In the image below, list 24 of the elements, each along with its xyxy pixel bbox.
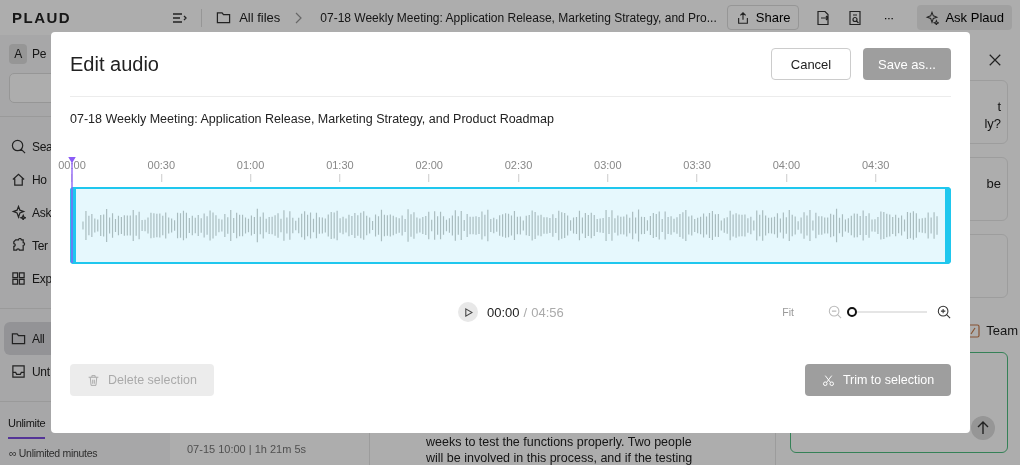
transcript-text: will be involved in this process, and if the testing [426,450,694,465]
time-label: 04:00 [772,159,801,171]
time-label: 00:30 [147,159,176,171]
question-text: t [997,98,1001,115]
question-text: be [986,175,1001,192]
plan-note: ∞ Unlimited minutes [9,447,99,459]
file-title: 07-18 Weekly Meeting: Application Release, Marketing Strategy, and Pro... [320,10,717,25]
user-name: Pe [32,47,47,61]
app-logo: PLAUD [12,9,73,26]
file-meta: 07-15 10:00 | 1h 21m 5s [187,443,308,455]
time-label: 04:30 [861,159,890,171]
transcript-text: weeks to test the functions properly. Two people [426,434,693,450]
question-text: ly? [984,115,1001,132]
time-label: 02:00 [415,159,443,171]
time-separator: / [523,304,528,320]
dialog-title: Edit audio [70,52,160,76]
time-label: 03:30 [683,159,711,171]
time-label: 01:30 [326,159,354,171]
total-time: 04:56 [531,304,564,320]
time-label: 02:30 [504,159,533,171]
current-time: 00:00 [487,304,520,320]
time-label: 01:00 [236,159,265,171]
file-name: 07-18 Weekly Meeting: Application Release, Marketing Strategy, and Product Roadmap [70,112,555,126]
time-label: 03:00 [594,159,622,171]
